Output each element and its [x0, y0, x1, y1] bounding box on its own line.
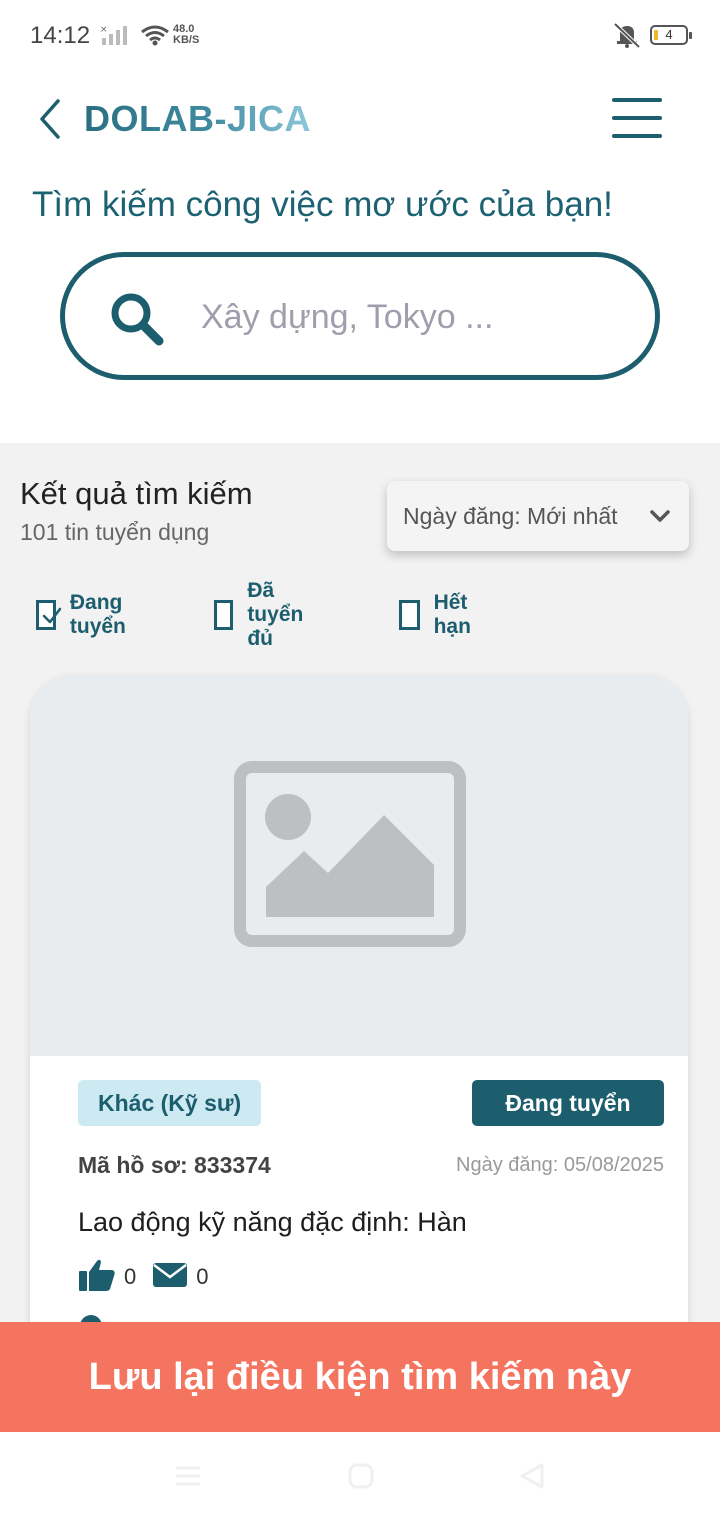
- status-time: 14:12: [30, 22, 91, 49]
- network-speed: 48.0 KB/S: [173, 24, 199, 46]
- filter-recruiting[interactable]: Đang tuyển: [36, 591, 136, 638]
- thumbs-up-icon[interactable]: [78, 1258, 116, 1297]
- battery-icon: 4: [650, 25, 692, 45]
- job-card[interactable]: Khác (Kỹ sư) Đang tuyển Mã hồ sơ: 833374…: [30, 675, 688, 1395]
- post-date: Ngày đăng: 05/08/2025: [456, 1154, 664, 1176]
- chevron-down-icon: [649, 505, 671, 532]
- hamburger-icon: [612, 98, 662, 102]
- home-icon[interactable]: [347, 1462, 375, 1495]
- menu-button[interactable]: [612, 96, 664, 140]
- save-search-label: Lưu lại điều kiện tìm kiếm này: [88, 1355, 632, 1398]
- hamburger-icon-line: [612, 116, 662, 120]
- app-title: DOLAB-JICA: [84, 98, 311, 139]
- category-badge: Khác (Kỹ sư): [78, 1080, 262, 1126]
- back-button[interactable]: [30, 96, 70, 142]
- search-icon: [107, 289, 167, 354]
- envelope-icon[interactable]: [152, 1261, 188, 1294]
- filter-label: Đang tuyển: [69, 591, 126, 638]
- svg-text:×: ×: [100, 25, 108, 35]
- checkbox-unchecked[interactable]: [399, 600, 420, 630]
- filter-label: Hết hạn: [433, 591, 471, 638]
- sort-label: Ngày đăng: Mới nhất: [403, 502, 618, 529]
- checkbox-checked[interactable]: [36, 600, 62, 630]
- status-badge: Đang tuyển: [472, 1080, 664, 1126]
- like-count: 0: [124, 1264, 137, 1289]
- back-nav-icon[interactable]: [518, 1462, 546, 1495]
- recent-apps-icon[interactable]: [174, 1462, 202, 1495]
- checkbox-unchecked[interactable]: [214, 600, 234, 630]
- checkmark-icon: [42, 607, 62, 624]
- status-bar: 14:12 × 48.0 KB/S 4: [0, 0, 720, 72]
- system-nav-bar: [0, 1432, 720, 1520]
- job-image-placeholder: [30, 675, 688, 1056]
- vibrate-mute-icon: [612, 22, 642, 53]
- wifi-icon: [140, 24, 170, 51]
- sort-dropdown[interactable]: Ngày đăng: Mới nhất: [387, 481, 689, 551]
- hamburger-icon-line: [612, 134, 662, 138]
- search-box[interactable]: [60, 252, 660, 380]
- message-count: 0: [196, 1264, 209, 1289]
- results-count: 101 tin tuyển dụng: [20, 519, 210, 545]
- filter-expired[interactable]: Hết hạn: [399, 591, 480, 638]
- job-title[interactable]: Lao động kỹ năng đặc định: Hàn: [78, 1207, 467, 1238]
- filter-label: Đã tuyển đủ: [247, 579, 304, 650]
- image-placeholder-icon: [234, 761, 466, 947]
- speed-unit: KB/S: [173, 34, 200, 46]
- profile-id: Mã hồ sơ: 833374: [78, 1152, 271, 1178]
- search-input[interactable]: [201, 291, 621, 343]
- filter-filled[interactable]: Đã tuyển đủ: [214, 579, 314, 650]
- battery-level: 4: [665, 27, 673, 42]
- chevron-left-icon: [40, 99, 60, 139]
- results-title: Kết quả tìm kiếm: [20, 476, 253, 511]
- page-tagline: Tìm kiếm công việc mơ ước của bạn!: [32, 185, 613, 224]
- signal-icon: ×: [100, 24, 132, 51]
- save-search-button[interactable]: Lưu lại điều kiện tìm kiếm này: [0, 1322, 720, 1432]
- results-area: Kết quả tìm kiếm 101 tin tuyển dụng Ngày…: [0, 443, 720, 1433]
- job-stats: 0 0: [78, 1259, 225, 1295]
